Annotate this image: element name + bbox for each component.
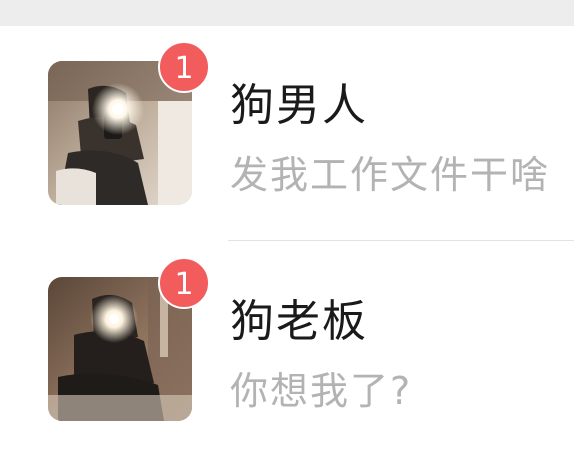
divider bbox=[228, 240, 574, 241]
message-preview: 发我工作文件干啥 bbox=[230, 153, 551, 197]
unread-badge: 1 bbox=[158, 257, 210, 309]
contact-name: 狗老板 bbox=[230, 296, 368, 347]
avatar-container: 1 bbox=[48, 257, 210, 421]
top-bar-edge bbox=[0, 0, 574, 26]
chat-list: 1 狗男人 发我工作文件干啥 1 狗老板 你想我了? bbox=[0, 26, 574, 457]
contact-name: 狗男人 bbox=[230, 80, 368, 131]
chat-list-item[interactable]: 1 狗男人 发我工作文件干啥 bbox=[0, 26, 574, 241]
message-preview: 你想我了? bbox=[230, 369, 413, 413]
avatar-container: 1 bbox=[48, 41, 210, 205]
chat-list-item[interactable]: 1 狗老板 你想我了? bbox=[0, 242, 574, 452]
unread-badge: 1 bbox=[158, 41, 210, 93]
